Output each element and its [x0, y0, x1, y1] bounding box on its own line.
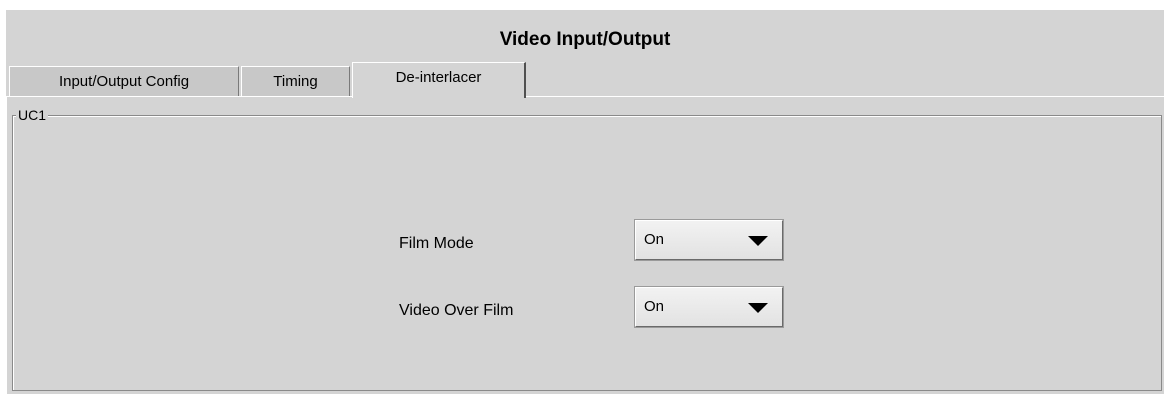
film-mode-label: Film Mode: [399, 235, 474, 252]
panel-title: Video Input/Output: [499, 29, 671, 50]
tab-input-output-config[interactable]: Input/Output Config: [9, 66, 239, 96]
video-over-film-value: On: [644, 298, 665, 315]
video-over-film-dropdown[interactable]: On: [634, 286, 784, 328]
group-label: UC1: [16, 107, 49, 123]
tab-content: UC1 Film Mode On Video Over Film On: [6, 96, 1164, 394]
uc1-group: UC1 Film Mode On Video Over Film On: [12, 107, 1162, 391]
chevron-down-icon: [748, 303, 768, 313]
film-mode-dropdown[interactable]: On: [634, 219, 784, 261]
tab-timing[interactable]: Timing: [241, 66, 350, 96]
tab-de-interlacer[interactable]: De-interlacer: [352, 62, 526, 98]
film-mode-value: On: [644, 231, 665, 248]
video-io-panel: Video Input/Output Input/Output Config T…: [6, 10, 1164, 394]
video-over-film-label: Video Over Film: [399, 302, 514, 319]
chevron-down-icon: [748, 236, 768, 246]
